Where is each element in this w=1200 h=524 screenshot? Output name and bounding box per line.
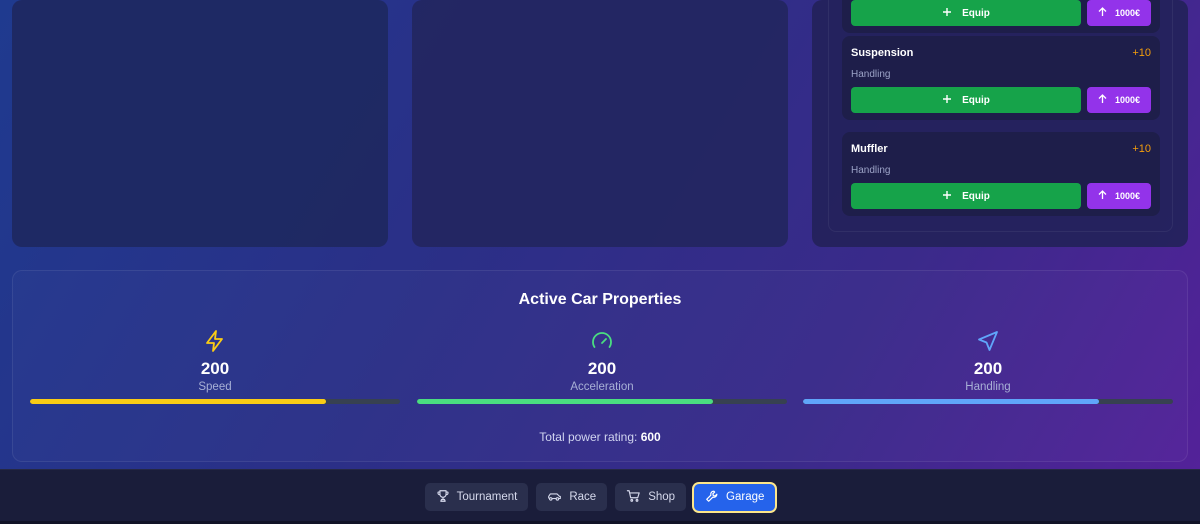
equip-button[interactable]: Equip — [851, 87, 1081, 113]
bottom-navigation: Tournament Race Shop Garage — [0, 469, 1200, 524]
arrow-up-icon — [1098, 94, 1107, 106]
gauge-icon — [590, 329, 614, 353]
lightning-icon — [203, 329, 227, 353]
part-name: Muffler — [851, 143, 888, 155]
total-label: Total power rating: — [539, 430, 638, 444]
upgrade-button[interactable]: 1000€ — [1087, 87, 1151, 113]
stat-bar-fill — [30, 399, 326, 404]
stat-value: 200 — [973, 359, 1003, 378]
equip-button[interactable]: Equip — [851, 183, 1081, 209]
nav-race-label: Race — [569, 491, 597, 503]
car-preview-panel — [412, 0, 788, 247]
upgrade-button[interactable]: 1000€ — [1087, 0, 1151, 26]
shopping-cart-icon — [626, 489, 641, 506]
stat-label: Acceleration — [570, 381, 634, 393]
nav-garage-button[interactable]: Garage — [694, 483, 776, 511]
plus-icon — [942, 7, 952, 20]
wrench-icon — [705, 489, 719, 506]
total-power-rating: Total power rating: 600 — [13, 430, 1187, 444]
total-value: 600 — [640, 430, 661, 444]
nav-race-button[interactable]: Race — [536, 483, 608, 511]
active-car-properties-panel: Active Car Properties 200 Speed 200 Acce… — [12, 270, 1188, 462]
upgrade-price: 1000€ — [1114, 8, 1141, 18]
nav-shop-label: Shop — [648, 491, 676, 503]
part-card-muffler: Muffler +10 Handling Equip 1000€ — [842, 132, 1160, 216]
part-bonus: +10 — [1132, 143, 1151, 155]
plus-icon — [942, 94, 952, 107]
upgrade-button[interactable]: 1000€ — [1087, 183, 1151, 209]
equip-label: Equip — [962, 94, 990, 106]
nav-garage-label: Garage — [726, 491, 765, 503]
stat-label: Speed — [198, 381, 232, 393]
equip-label: Equip — [962, 7, 990, 19]
navigation-arrow-icon — [976, 329, 1000, 353]
nav-tournament-label: Tournament — [456, 491, 518, 503]
trophy-icon — [436, 489, 450, 506]
stat-value: 200 — [587, 359, 617, 378]
stat-label: Handling — [965, 381, 1011, 393]
part-card-suspension: Suspension +10 Handling Equip 1000€ — [842, 36, 1160, 120]
equip-label: Equip — [962, 190, 990, 202]
equip-button[interactable]: Equip — [851, 0, 1081, 26]
upgrade-price: 1000€ — [1114, 95, 1141, 105]
plus-icon — [942, 190, 952, 203]
nav-shop-button[interactable]: Shop — [615, 483, 687, 511]
stat-bar-fill — [803, 399, 1099, 404]
stat-handling: 200 Handling — [803, 329, 1173, 404]
stat-bar-fill — [417, 399, 713, 404]
nav-tournament-button[interactable]: Tournament — [424, 483, 529, 511]
part-card: Equip 1000€ — [842, 0, 1160, 33]
stat-bar — [30, 399, 400, 404]
stat-bar — [417, 399, 787, 404]
part-stat: Handling — [851, 165, 891, 176]
stat-value: 200 — [200, 359, 230, 378]
upgrade-price: 1000€ — [1114, 191, 1141, 201]
stat-speed: 200 Speed — [30, 329, 400, 404]
arrow-up-icon — [1098, 7, 1107, 19]
part-bonus: +10 — [1132, 47, 1151, 59]
stat-acceleration: 200 Acceleration — [417, 329, 787, 404]
car-icon — [547, 489, 562, 506]
part-stat: Handling — [851, 69, 891, 80]
properties-title: Active Car Properties — [518, 291, 682, 308]
arrow-up-icon — [1098, 190, 1107, 202]
car-display-panel — [12, 0, 388, 247]
part-name: Suspension — [851, 47, 914, 59]
stat-bar — [803, 399, 1173, 404]
